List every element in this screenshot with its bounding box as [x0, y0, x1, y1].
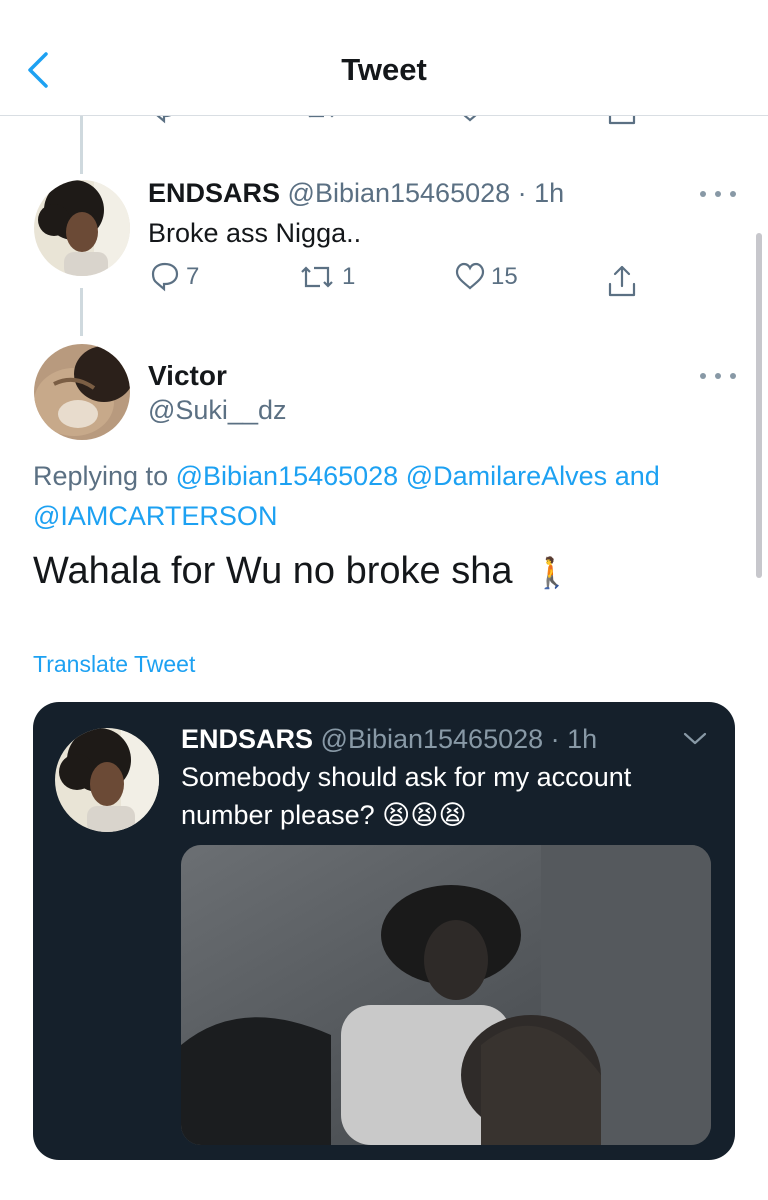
display-name[interactable]: Victor: [148, 360, 227, 392]
scrollbar[interactable]: [756, 233, 762, 578]
tweet-header: ENDSARS @Bibian15465028 · 1h: [148, 178, 564, 209]
top-nav-bar: Tweet: [0, 0, 768, 116]
avatar-photo: [34, 344, 130, 440]
timestamp: · 1h: [550, 724, 598, 754]
share-action[interactable]: [606, 264, 638, 298]
quoted-tweet-photo[interactable]: [181, 845, 711, 1145]
mention-conjunction: and: [614, 461, 660, 491]
quoted-tweet-header: ENDSARS @Bibian15465028 · 1h: [181, 724, 597, 755]
like-count: 15: [491, 263, 518, 290]
mention-link[interactable]: @Bibian15465028: [176, 461, 399, 491]
heart-icon: [455, 262, 485, 290]
avatar[interactable]: [34, 344, 130, 440]
share-icon: [608, 265, 636, 297]
display-name[interactable]: ENDSARS: [148, 178, 280, 208]
tweet-text-body: Wahala for Wu no broke sha: [33, 550, 513, 592]
user-handle[interactable]: @Suki__dz: [148, 395, 286, 426]
chevron-down-icon[interactable]: [681, 728, 709, 748]
reply-action[interactable]: 7: [150, 262, 199, 292]
reply-count: 7: [186, 263, 200, 290]
tweet-text: Wahala for Wu no broke sha 🚶: [33, 550, 570, 593]
mention-link[interactable]: @IAMCARTERSON: [33, 501, 277, 531]
replying-prefix: Replying to: [33, 461, 169, 491]
thread-connector: [80, 116, 83, 174]
photo-image: [181, 845, 711, 1145]
replying-to: Replying to @Bibian15465028 @DamilareAlv…: [33, 456, 733, 536]
quoted-tweet-text: Somebody should ask for my account numbe…: [181, 758, 701, 834]
display-name: ENDSARS: [181, 724, 314, 754]
quoted-tweet-card[interactable]: ENDSARS @Bibian15465028 · 1h Somebody sh…: [33, 702, 735, 1160]
like-action[interactable]: 15: [455, 262, 518, 292]
avatar: [55, 728, 159, 832]
retweet-action[interactable]: 1: [300, 262, 355, 292]
reply-icon: [151, 262, 179, 292]
retweet-icon: [301, 266, 333, 288]
timestamp: · 1h: [517, 178, 565, 208]
tweet-text: Broke ass Nigga..: [148, 218, 362, 248]
retweet-count: 1: [342, 263, 356, 290]
tired-face-emojis: 😫😫😫: [382, 800, 467, 830]
more-options-icon[interactable]: [700, 368, 736, 384]
translate-tweet-link[interactable]: Translate Tweet: [33, 651, 195, 678]
more-options-icon[interactable]: [700, 186, 736, 202]
page-title: Tweet: [341, 52, 427, 87]
tweet-actions: 7 1 15: [0, 262, 768, 302]
user-handle[interactable]: @Bibian15465028: [288, 178, 511, 208]
user-handle: @Bibian15465028: [320, 724, 544, 754]
walking-emoji: 🚶: [533, 557, 571, 590]
mention-link[interactable]: @DamilareAlves: [406, 461, 607, 491]
avatar-photo: [55, 728, 159, 832]
